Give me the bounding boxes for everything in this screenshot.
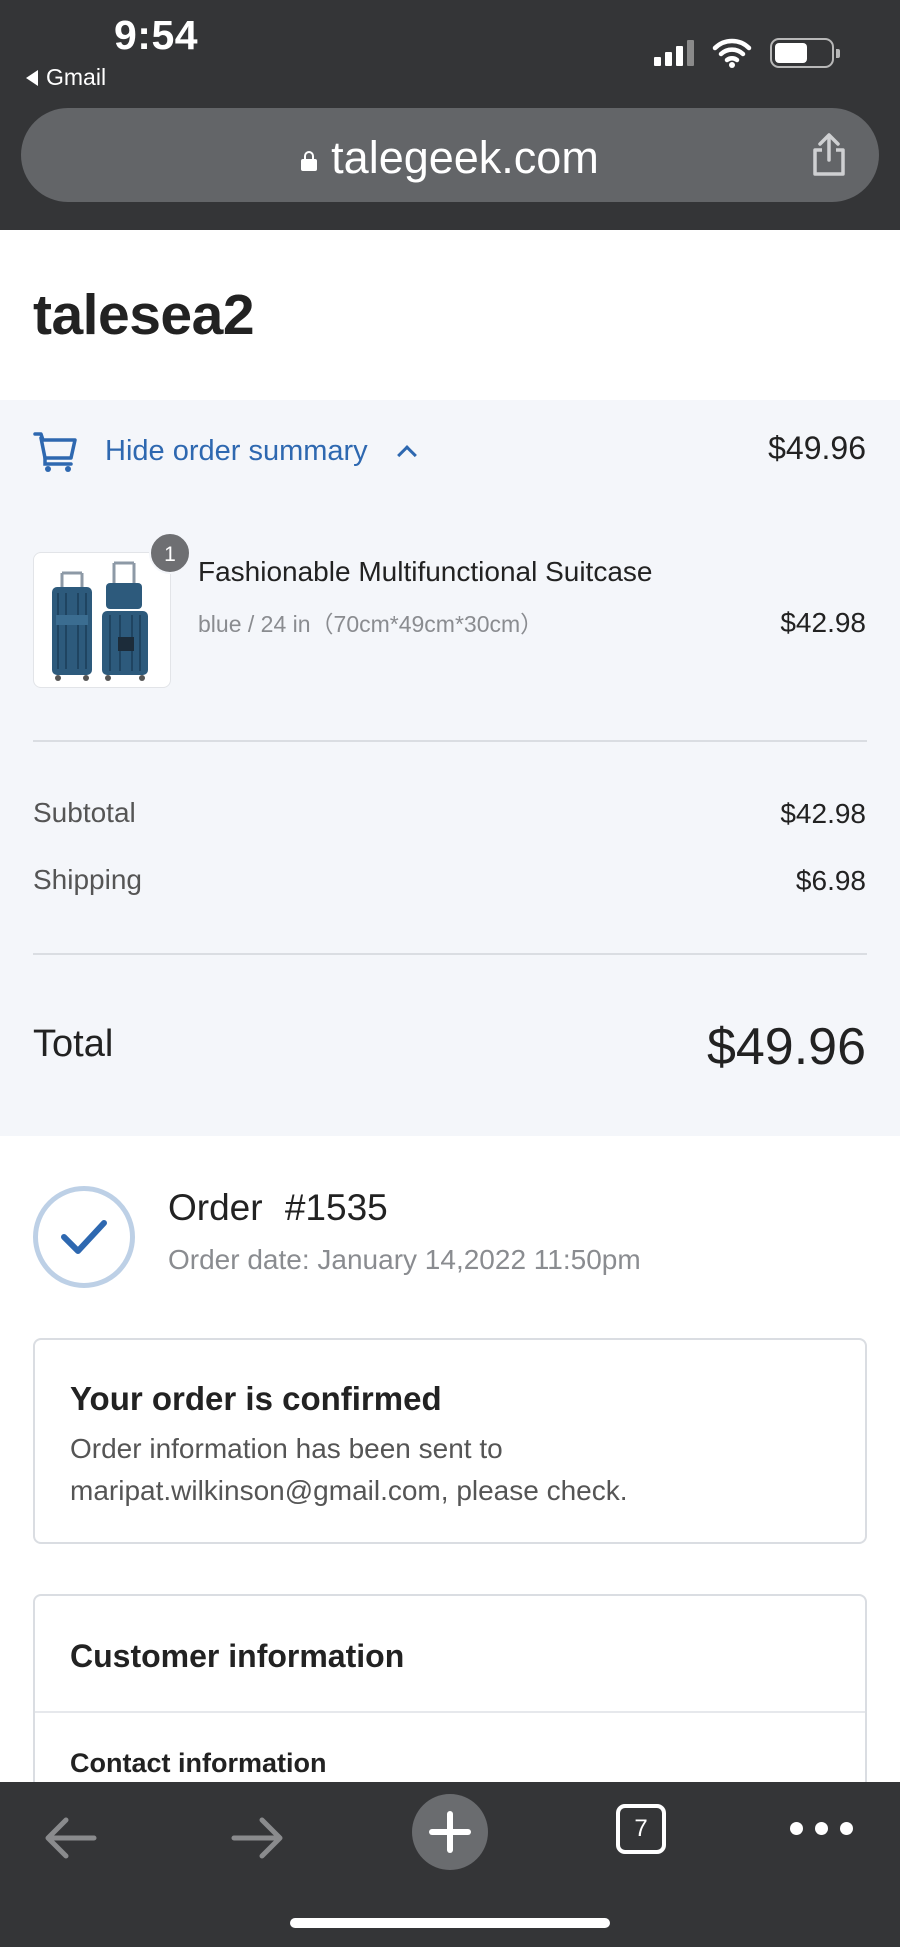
shipping-label: Shipping <box>33 864 142 895</box>
summary-divider <box>33 740 867 742</box>
product-name: Fashionable Multifunctional Suitcase <box>198 556 653 587</box>
forward-arrow-icon[interactable] <box>230 1814 286 1862</box>
hide-order-summary-button[interactable]: Hide order summary <box>33 428 417 474</box>
subtotal-label: Subtotal <box>33 797 136 828</box>
back-app-label: Gmail <box>46 64 107 90</box>
more-options-icon[interactable] <box>790 1822 853 1835</box>
url-bar[interactable]: talegeek.com <box>21 108 879 202</box>
browser-top-chrome: 9:54 Gmail talegeek.com <box>0 0 900 230</box>
lock-icon <box>301 151 318 171</box>
customer-divider <box>35 1711 865 1713</box>
home-indicator[interactable] <box>290 1918 610 1928</box>
cellular-signal-icon <box>654 40 694 66</box>
order-confirmed-box: Your order is confirmed Order informatio… <box>33 1338 867 1544</box>
totals-divider <box>33 953 867 955</box>
confirmed-title: Your order is confirmed <box>70 1380 442 1417</box>
store-name: talesea2 <box>33 283 255 347</box>
cart-icon <box>33 432 77 472</box>
battery-icon <box>770 38 840 68</box>
summary-total: $49.96 <box>768 430 866 466</box>
product-variant: blue / 24 in（70cm*49cm*30cm） <box>198 611 544 637</box>
order-date: Order date: January 14,2022 11:50pm <box>168 1244 641 1275</box>
status-icons <box>654 38 840 68</box>
new-tab-plus-icon[interactable] <box>412 1794 488 1870</box>
wifi-icon <box>712 38 752 68</box>
shipping-value: $6.98 <box>795 865 866 896</box>
product-image <box>33 552 171 688</box>
product-price: $42.98 <box>780 607 866 638</box>
summary-toggle-label: Hide order summary <box>105 434 368 467</box>
total-value: $49.96 <box>706 1018 866 1076</box>
quantity-badge: 1 <box>149 532 191 574</box>
status-time: 9:54 <box>114 12 199 58</box>
subtotal-value: $42.98 <box>780 798 866 829</box>
order-summary: Hide order summary $49.96 1 Fashionable … <box>0 400 900 1136</box>
back-arrow-icon[interactable] <box>42 1814 98 1862</box>
order-number: Order #1535 <box>168 1187 388 1228</box>
back-to-app-button[interactable]: Gmail <box>26 64 106 91</box>
back-triangle-icon <box>26 69 38 86</box>
customer-information-title: Customer information <box>70 1638 405 1674</box>
confirmed-message: Order information has been sent to marip… <box>70 1433 628 1506</box>
order-confirmed-check-icon <box>33 1186 135 1288</box>
total-label: Total <box>33 1023 114 1065</box>
url-text: talegeek.com <box>331 132 599 183</box>
chevron-up-icon <box>396 445 417 465</box>
contact-information-title: Contact information <box>70 1748 327 1778</box>
tabs-button[interactable]: 7 <box>616 1804 666 1854</box>
share-icon[interactable] <box>809 132 849 178</box>
